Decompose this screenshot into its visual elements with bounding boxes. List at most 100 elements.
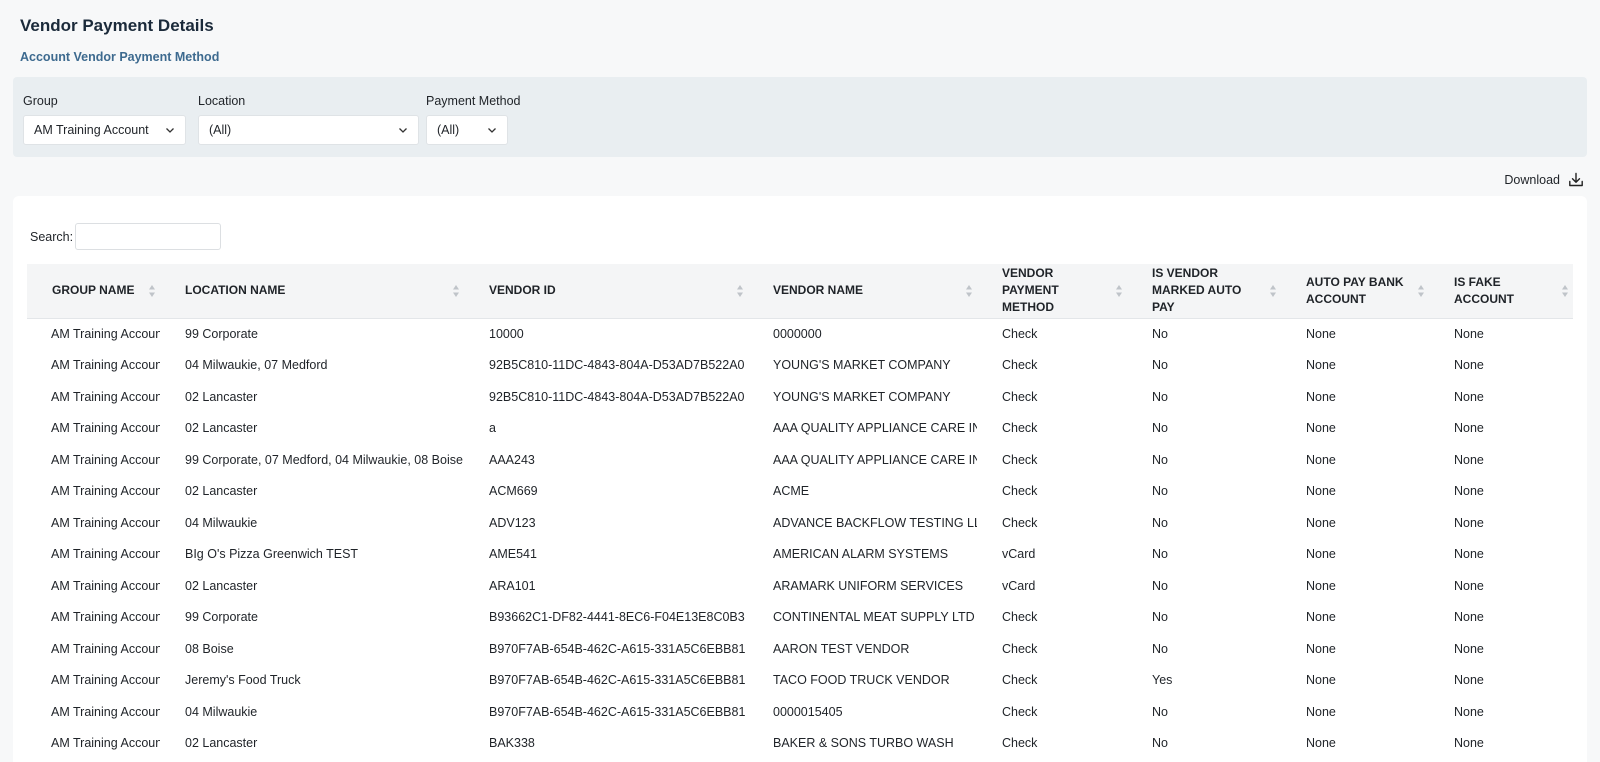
table-cell: None (1454, 673, 1484, 688)
table-cell: 0000015405 (773, 704, 843, 719)
search-input[interactable] (75, 223, 222, 250)
table-cell: None (1306, 736, 1336, 751)
table-row: AM Training Account 99 Corporate, 07 Medf… (27, 444, 1573, 476)
table-cell: Check (1002, 610, 1038, 625)
table-cell: 04 Milwaukie (185, 515, 258, 530)
table-cell: None (1306, 673, 1336, 688)
table-cell: None (1454, 358, 1484, 373)
table-cell: No (1152, 358, 1168, 373)
table-cell: CONTINENTAL MEAT SUPPLY LTD (773, 610, 975, 625)
table-cell: YOUNG'S MARKET COMPANY (773, 389, 951, 404)
table-cell: None (1454, 578, 1484, 593)
column-header[interactable]: VENDOR NAME (748, 264, 977, 319)
sort-icon (1562, 284, 1568, 297)
column-header[interactable]: IS FAKE ACCOUNT (1429, 264, 1573, 319)
table-cell: 92B5C810-11DC-4843-804A-D53AD7B522A0 (489, 389, 745, 404)
table-cell: 99 Corporate (185, 610, 258, 625)
table-cell: None (1306, 389, 1336, 404)
page-title: Vendor Payment Details (20, 16, 214, 35)
table-cell: AM Training Account (51, 578, 160, 593)
table-cell: None (1454, 327, 1484, 341)
table-cell: 92B5C810-11DC-4843-804A-D53AD7B522A0 (489, 358, 745, 373)
sort-icon (966, 284, 972, 297)
table-cell: None (1454, 736, 1484, 751)
download-icon (1569, 172, 1583, 187)
search-label: Search: (30, 229, 74, 244)
column-header[interactable]: VENDOR PAYMENT METHOD (977, 264, 1127, 319)
payment-method-select[interactable]: (All) (426, 115, 508, 145)
table-cell: AM Training Account (51, 389, 160, 404)
chevron-down-icon (166, 128, 174, 133)
table-cell: AM Training Account (51, 736, 160, 751)
chevron-down-icon (399, 128, 407, 133)
column-header-label: IS FAKE ACCOUNT (1454, 274, 1514, 306)
table-cell: None (1306, 452, 1336, 467)
table-cell: AM Training Account (51, 515, 160, 530)
sort-icon (1270, 284, 1276, 297)
column-header[interactable]: VENDOR ID (464, 264, 748, 319)
sort-icon (737, 284, 743, 297)
column-header-label: VENDOR ID (489, 283, 556, 298)
table-cell: Check (1002, 327, 1038, 341)
table-cell: AM Training Account (51, 641, 160, 656)
sort-icon (1418, 284, 1424, 297)
table-cell: No (1152, 736, 1168, 751)
table-cell: vCard (1002, 547, 1036, 562)
table-cell: 99 Corporate (185, 327, 258, 341)
sort-icon (453, 284, 459, 297)
table-cell: None (1306, 327, 1336, 341)
table-cell: None (1306, 547, 1336, 562)
location-select[interactable]: (All) (198, 115, 419, 145)
table-row: AM Training Account 04 Milwaukie, 07 Medf… (27, 350, 1573, 382)
payment-method-select-value: (All) (437, 123, 460, 137)
column-header[interactable]: LOCATION NAME (160, 264, 464, 319)
table-cell: ACM669 (489, 484, 538, 499)
table-cell: None (1454, 704, 1484, 719)
column-header-label: AUTO PAY BANK ACCOUNT (1306, 274, 1404, 306)
table-row: AM Training Account 02 Lancaster 92B5C810-… (27, 381, 1573, 413)
table-row: AM Training Account 04 Milwaukie B970F7AB-… (27, 696, 1573, 728)
table-cell: AAA QUALITY APPLIANCE CARE INC. (773, 452, 977, 467)
table-cell: BIg O's Pizza Greenwich TEST (185, 547, 359, 562)
table-row: AM Training Account 02 Lancaster ARA101 ARA… (27, 570, 1573, 602)
filter-panel: Group AM Training Account Location (All)… (13, 77, 1587, 157)
column-header[interactable]: IS VENDOR MARKED AUTO PAY (1127, 264, 1281, 319)
search-bar: Search: (30, 223, 222, 250)
table-cell: AM Training Account (51, 547, 160, 562)
table-cell: None (1306, 578, 1336, 593)
table-row: AM Training Account 99 Corporate B93662C1-… (27, 602, 1573, 634)
table-cell: Yes (1152, 673, 1173, 688)
table-cell: None (1454, 389, 1484, 404)
table-cell: 02 Lancaster (185, 736, 258, 751)
location-filter-label: Location (198, 94, 246, 108)
group-select[interactable]: AM Training Account (23, 115, 186, 145)
table-cell: None (1306, 484, 1336, 499)
column-header-label: IS VENDOR MARKED AUTO PAY (1152, 266, 1242, 315)
table-cell: No (1152, 421, 1168, 436)
table-cell: None (1306, 704, 1336, 719)
table-cell: AM Training Account (51, 610, 160, 625)
table-cell: None (1306, 610, 1336, 625)
chevron-down-icon (488, 128, 496, 133)
table-cell: Check (1002, 389, 1038, 404)
table-cell: AM Training Account (51, 358, 160, 373)
table-row: AM Training Account 02 Lancaster a AAA QUAL… (27, 413, 1573, 445)
column-header[interactable]: AUTO PAY BANK ACCOUNT (1281, 264, 1429, 319)
table-cell: No (1152, 389, 1168, 404)
column-header[interactable]: GROUP NAME (27, 264, 160, 319)
table-cell: AM Training Account (51, 484, 160, 499)
table-cell: Check (1002, 673, 1038, 688)
table-cell: AM Training Account (51, 704, 160, 719)
table-cell: B970F7AB-654B-462C-A615-331A5C6EBB81 (489, 641, 746, 656)
table-cell: No (1152, 452, 1168, 467)
vendor-payment-table: GROUP NAME LOCATION NAME VENDOR ID VENDOR N… (27, 264, 1573, 759)
table-cell: No (1152, 641, 1168, 656)
column-header-label: LOCATION NAME (185, 283, 286, 298)
table-cell: None (1306, 515, 1336, 530)
download-button[interactable]: Download (1504, 172, 1584, 188)
page-header: Vendor Payment Details Account Vendor Pa… (20, 16, 219, 65)
table-cell: No (1152, 327, 1168, 341)
table-body: AM Training Account 99 Corporate 10000 0000… (27, 318, 1573, 759)
table-cell: None (1454, 421, 1484, 436)
table-cell: TACO FOOD TRUCK VENDOR (773, 673, 950, 688)
